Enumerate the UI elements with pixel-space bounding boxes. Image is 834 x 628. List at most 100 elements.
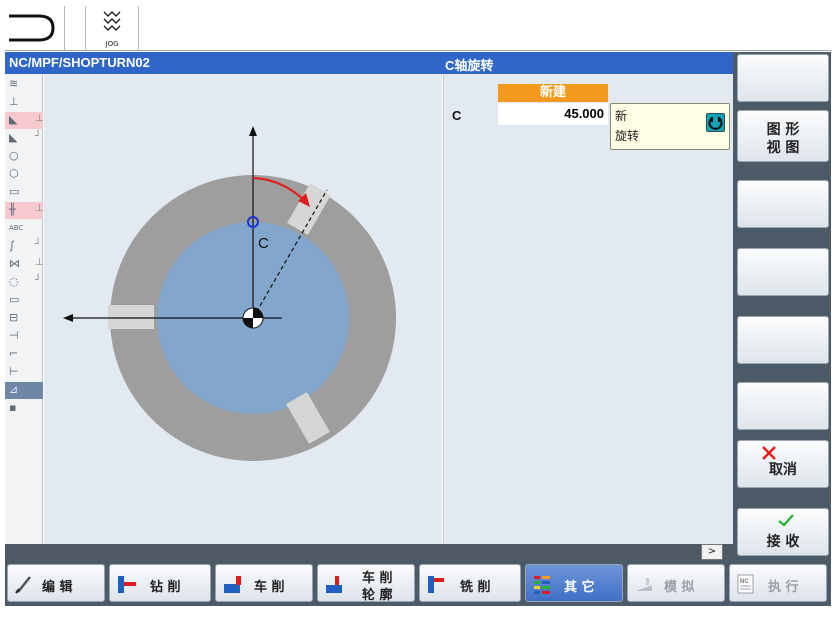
- turning-icon: ◣: [9, 131, 18, 144]
- contour-turning-label-2: 轮 廓: [362, 588, 393, 603]
- new-header: 新建: [498, 84, 608, 102]
- step-icon-5[interactable]: ○: [5, 148, 43, 165]
- softkey-1-empty[interactable]: [737, 54, 829, 102]
- transform-icon: ⊟: [9, 311, 19, 324]
- c-angle-input[interactable]: 45.000: [498, 103, 608, 125]
- pencil-icon: [15, 576, 31, 594]
- program-path: NC/MPF/SHOPTURN02: [9, 55, 150, 70]
- drilling-icon: [118, 576, 136, 593]
- step-icon-2[interactable]: ⊥: [5, 94, 43, 111]
- tooltip-line-2: 旋转: [615, 129, 640, 143]
- step-icon-12[interactable]: ◌ ┘: [5, 274, 43, 291]
- milling-icon: [428, 576, 444, 593]
- link-mark-icon: ⊥: [35, 203, 44, 214]
- softkey-5-empty[interactable]: [737, 316, 829, 364]
- graphic-view-label-1: 图 形: [766, 122, 800, 138]
- link-mark-icon: ┘: [35, 275, 42, 286]
- step-icon-11[interactable]: ⋈ ⊥: [5, 256, 44, 273]
- program-title-bar: NC/MPF/SHOPTURN02 C轴旋转: [5, 52, 733, 74]
- other-functions-icon: [534, 576, 550, 594]
- step-icon-18-selected[interactable]: ⊿: [5, 382, 43, 399]
- simulation-icon: [636, 578, 652, 591]
- jog-label: JOG: [105, 40, 119, 48]
- other-label: 其 它: [564, 580, 595, 595]
- contour-mill-icon: ◌: [9, 275, 19, 288]
- pocket-icon: ⋈: [9, 257, 20, 270]
- cycle-title: C轴旋转: [445, 58, 494, 73]
- turning-icon: [224, 576, 241, 593]
- c-param-label: C: [452, 108, 462, 123]
- drilling-label: 钻 削: [150, 580, 181, 595]
- step-icon-14[interactable]: ⊟: [5, 310, 43, 327]
- horizontal-axis-arrow-icon: [63, 314, 73, 322]
- jog-wave-icon: [103, 11, 121, 31]
- jog-mode-button[interactable]: JOG: [85, 6, 139, 50]
- step-icon-19[interactable]: ▪: [5, 400, 43, 417]
- tooltip-line-1: 新: [615, 109, 628, 123]
- contour-turning-icon: [326, 576, 342, 593]
- vertical-softkey-bar: 图 形 视 图 取消 接 收: [733, 52, 831, 560]
- step-icon-15[interactable]: ⊣: [5, 328, 43, 345]
- step-icon-6[interactable]: ⬡: [5, 166, 43, 183]
- turning-icon: ◣: [9, 113, 18, 126]
- graphic-view-label-2: 视 图: [766, 140, 800, 156]
- other-button[interactable]: 其 它: [525, 564, 623, 602]
- contour-turning-button[interactable]: 车 削 轮 廓: [317, 564, 415, 603]
- step-icon-17[interactable]: ⊢: [5, 364, 43, 381]
- accept-softkey[interactable]: 接 收: [737, 508, 829, 556]
- simulation-button[interactable]: 模 拟: [627, 564, 725, 602]
- drilling-button[interactable]: 钻 削: [109, 564, 211, 602]
- softkey-3-empty[interactable]: [737, 180, 829, 228]
- vertical-axis-arrow-icon: [249, 126, 257, 136]
- cancel-label: 取消: [769, 462, 797, 478]
- nc-execute-icon: NC: [737, 574, 754, 594]
- link-mark-icon: ┘: [35, 239, 42, 250]
- engraving-icon: ABC: [9, 224, 24, 232]
- rectangle-icon: ▭: [9, 185, 20, 198]
- rotation-mode-icon[interactable]: [706, 113, 725, 132]
- step-icon-16[interactable]: ⌐: [5, 346, 43, 363]
- program-step-icon-column: ≋ ⊥ ◣ ⊥ ◣ ┘ ○ ⬡ ▭ ╫ ⊥ ABC ∫ ┘ ⋈ ⊥ ◌ ┘ ▭ ⊟ ⊣ ⌐ …: [5, 74, 44, 544]
- cancel-softkey[interactable]: 取消: [737, 440, 829, 488]
- softkey-4-empty[interactable]: [737, 248, 829, 296]
- step-icon-1[interactable]: ≋: [5, 76, 43, 93]
- link-mark-icon: ⊥: [35, 257, 44, 268]
- tool-icon: ⊥: [9, 95, 19, 108]
- nc-badge-text: NC: [740, 579, 749, 585]
- offset-icon: ⊣: [9, 329, 19, 342]
- milling-label: 铣 削: [460, 580, 491, 595]
- step-icon-3[interactable]: ◣ ⊥: [5, 112, 44, 129]
- groove-left: [108, 305, 154, 329]
- link-mark-icon: ┘: [35, 131, 42, 142]
- step-icon-7[interactable]: ▭: [5, 184, 43, 201]
- input-mode-tooltip: 新 旋转: [610, 103, 730, 150]
- mode-arrow-icon: [9, 14, 55, 42]
- octagon-icon: ⬡: [9, 167, 19, 180]
- turning-button[interactable]: 车 削: [215, 564, 313, 602]
- graphic-view-softkey[interactable]: 图 形 视 图: [737, 110, 829, 162]
- execute-button[interactable]: NC 执 行: [729, 564, 827, 602]
- header-icon: ≋: [9, 77, 19, 90]
- step-icon-13[interactable]: ▭: [5, 292, 43, 309]
- step-icon-9[interactable]: ABC: [5, 220, 43, 237]
- step-icon-8[interactable]: ╫ ⊥: [5, 202, 44, 219]
- accept-label: 接 收: [766, 534, 800, 550]
- step-icon-10[interactable]: ∫ ┘: [5, 238, 43, 255]
- end-icon: ▪: [9, 401, 17, 414]
- top-status-bar: JOG: [5, 3, 831, 51]
- c-axis-rotation-graphic: C: [63, 126, 396, 461]
- contour-icon: ∫: [9, 239, 15, 252]
- softkey-6-empty[interactable]: [737, 382, 829, 430]
- link-mark-icon: ⊥: [35, 113, 44, 124]
- edit-button[interactable]: 编 辑: [7, 564, 105, 602]
- axis-label-c: C: [258, 235, 269, 252]
- milling-button[interactable]: 铣 削: [419, 564, 521, 602]
- scroll-right-button[interactable]: >: [701, 544, 723, 560]
- operating-mode-button[interactable]: [5, 6, 65, 50]
- horizontal-scroll-bar: >: [5, 544, 733, 560]
- turning-label: 车 削: [254, 580, 285, 595]
- step-icon-4[interactable]: ◣ ┘: [5, 130, 43, 147]
- execute-label: 执 行: [768, 580, 799, 595]
- simulation-label: 模 拟: [664, 580, 695, 595]
- rotate-circle-icon: [708, 117, 723, 130]
